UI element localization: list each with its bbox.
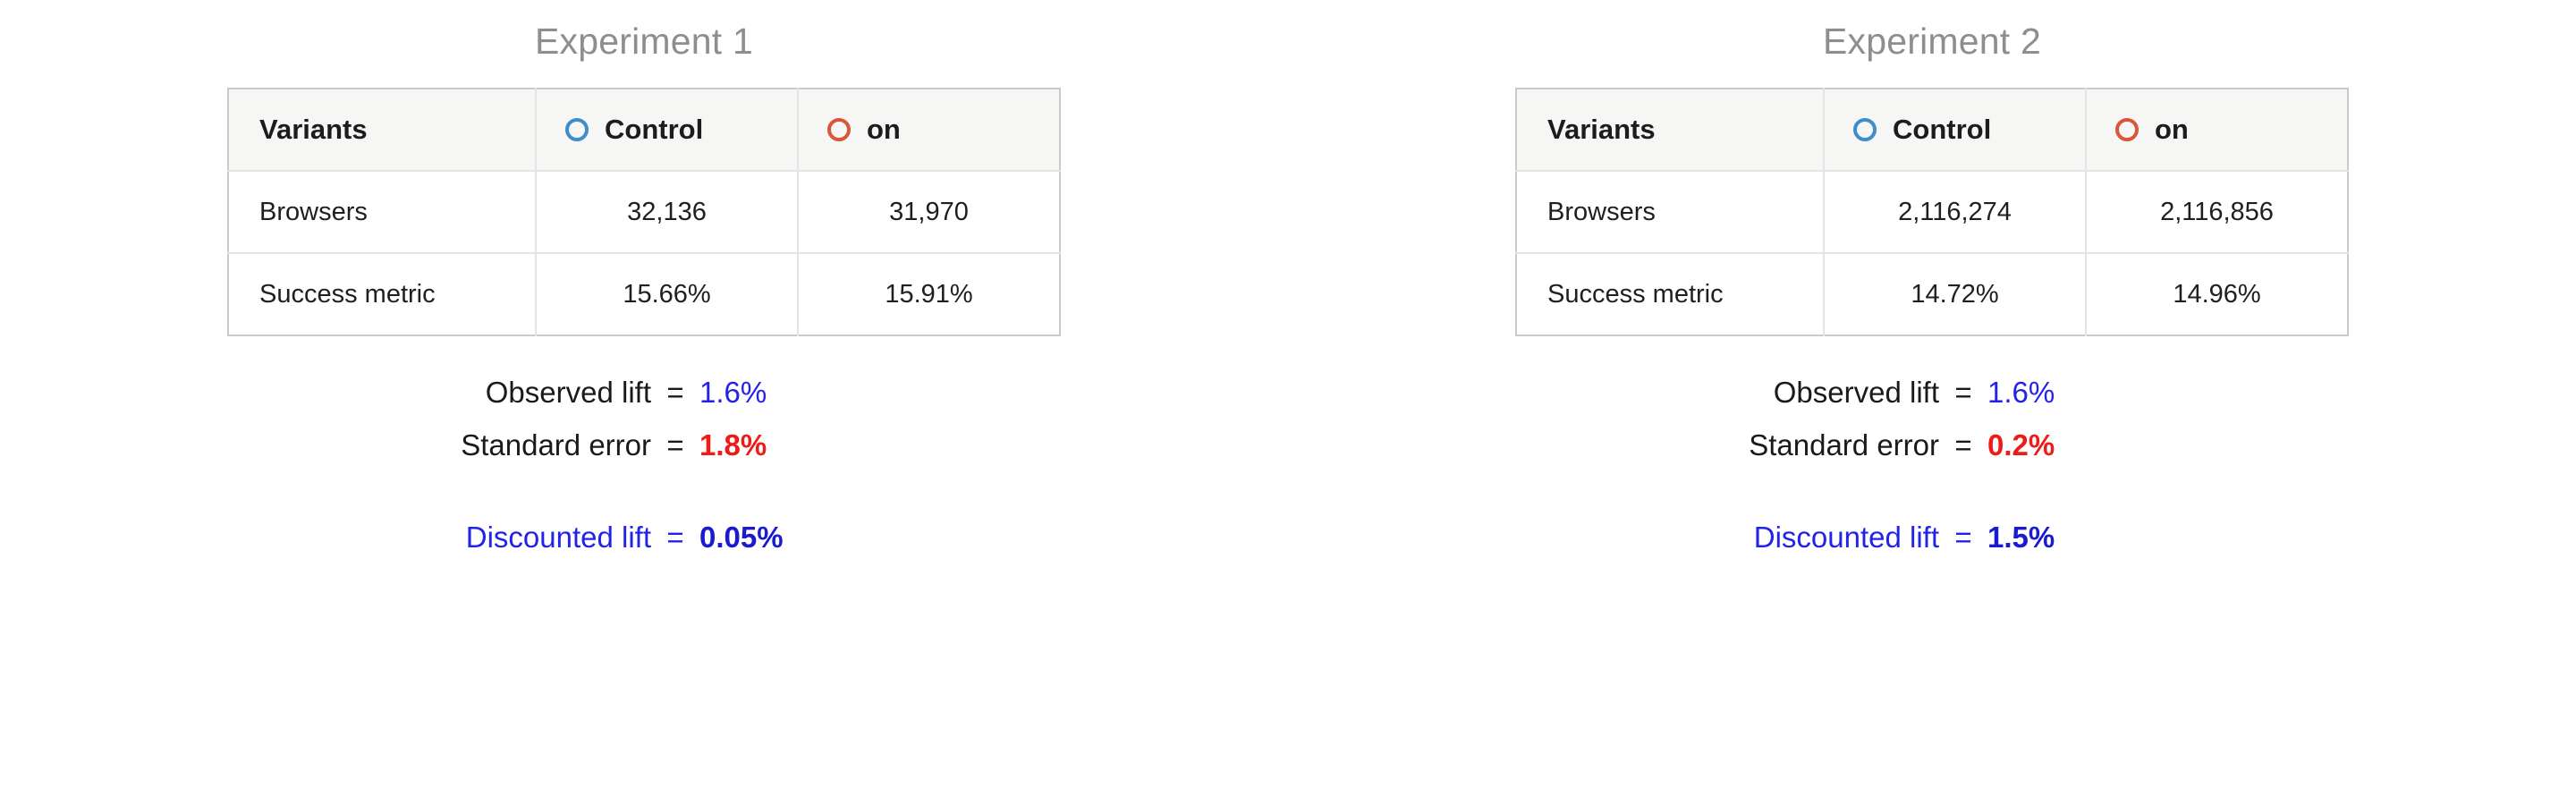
stat-label-discounted-lift: Discounted lift [465, 521, 651, 555]
column-header-control-label: Control [1893, 114, 1992, 146]
stat-label-discounted-lift: Discounted lift [1753, 521, 1939, 555]
stat-standard-error: Standard error = 0.2% [1671, 430, 2193, 460]
stat-standard-error: Standard error = 1.8% [383, 430, 905, 460]
cell-success-metric-control: 15.66% [536, 253, 799, 336]
stat-observed-lift: Observed lift = 1.6% [383, 377, 905, 407]
stat-value-observed-lift: 1.6% [699, 376, 767, 410]
page-title: Experiment 1 [535, 21, 753, 62]
table-row: Browsers 32,136 31,970 [228, 171, 1060, 254]
circle-outline-icon [2115, 118, 2139, 142]
table-row: Browsers 2,116,274 2,116,856 [1516, 171, 2348, 254]
column-header-variants: Variants [1516, 89, 1825, 172]
stat-value-discounted-lift: 1.5% [1987, 521, 2055, 555]
column-header-on: on [2086, 89, 2348, 171]
stat-discounted-lift: Discounted lift = 1.5% [1671, 522, 2193, 552]
stat-equals-sign: = [666, 428, 684, 462]
column-header-on-label: on [2155, 114, 2189, 146]
table-header-row: Variants Control on [1516, 89, 2348, 172]
cell-browsers-on: 31,970 [889, 197, 969, 226]
stat-label-observed-lift: Observed lift [485, 376, 651, 410]
column-header-on-label: on [867, 114, 901, 146]
row-label-success-metric: Success metric [1516, 253, 1825, 336]
row-label-browsers: Browsers [1516, 171, 1825, 254]
row-label-success-metric: Success metric [228, 253, 537, 336]
row-label-browsers: Browsers [228, 171, 537, 254]
experiment-panel-1: Experiment 1 Variants Control on Browser… [0, 0, 1288, 552]
cell-success-metric-on: 15.91% [885, 279, 973, 309]
column-header-control-label: Control [605, 114, 704, 146]
column-header-on: on [798, 89, 1060, 171]
stats-block-1: Observed lift = 1.6% Standard error = 1.… [383, 377, 905, 552]
column-header-control: Control [1824, 89, 2087, 172]
column-header-control: Control [536, 89, 799, 172]
experiment-table-1: Variants Control on Browsers 32,136 31,9… [227, 88, 1061, 337]
stats-block-2: Observed lift = 1.6% Standard error = 0.… [1671, 377, 2193, 552]
stat-observed-lift: Observed lift = 1.6% [1671, 377, 2193, 407]
circle-outline-icon [565, 118, 589, 142]
stat-value-standard-error: 0.2% [1987, 428, 2055, 462]
stat-equals-sign: = [1954, 521, 1972, 555]
circle-outline-icon [827, 118, 851, 142]
column-header-variants: Variants [228, 89, 537, 172]
table-header-row: Variants Control on [228, 89, 1060, 172]
cell-browsers-control: 2,116,274 [1824, 171, 2087, 254]
experiment-table-2: Variants Control on Browsers 2,116,274 2… [1515, 88, 2349, 337]
cell-success-metric-control: 14.72% [1824, 253, 2087, 336]
experiment-panel-2: Experiment 2 Variants Control on Browser… [1288, 0, 2576, 552]
stat-value-standard-error: 1.8% [699, 428, 767, 462]
stat-equals-sign: = [666, 376, 684, 410]
cell-success-metric-on: 14.96% [2173, 279, 2261, 309]
stat-equals-sign: = [666, 521, 684, 555]
stat-label-standard-error: Standard error [461, 428, 651, 462]
circle-outline-icon [1853, 118, 1877, 142]
page-title: Experiment 2 [1823, 21, 2041, 62]
stat-equals-sign: = [1954, 428, 1972, 462]
stat-discounted-lift: Discounted lift = 0.05% [383, 522, 905, 552]
cell-browsers-control: 32,136 [536, 171, 799, 254]
cell-browsers-on: 2,116,856 [2160, 197, 2274, 226]
table-row: Success metric 14.72% 14.96% [1516, 253, 2348, 336]
stat-label-standard-error: Standard error [1749, 428, 1939, 462]
stat-value-discounted-lift: 0.05% [699, 521, 784, 555]
stat-label-observed-lift: Observed lift [1773, 376, 1939, 410]
stat-value-observed-lift: 1.6% [1987, 376, 2055, 410]
table-row: Success metric 15.66% 15.91% [228, 253, 1060, 336]
stat-equals-sign: = [1954, 376, 1972, 410]
experiment-comparison-board: Experiment 1 Variants Control on Browser… [0, 0, 2576, 796]
